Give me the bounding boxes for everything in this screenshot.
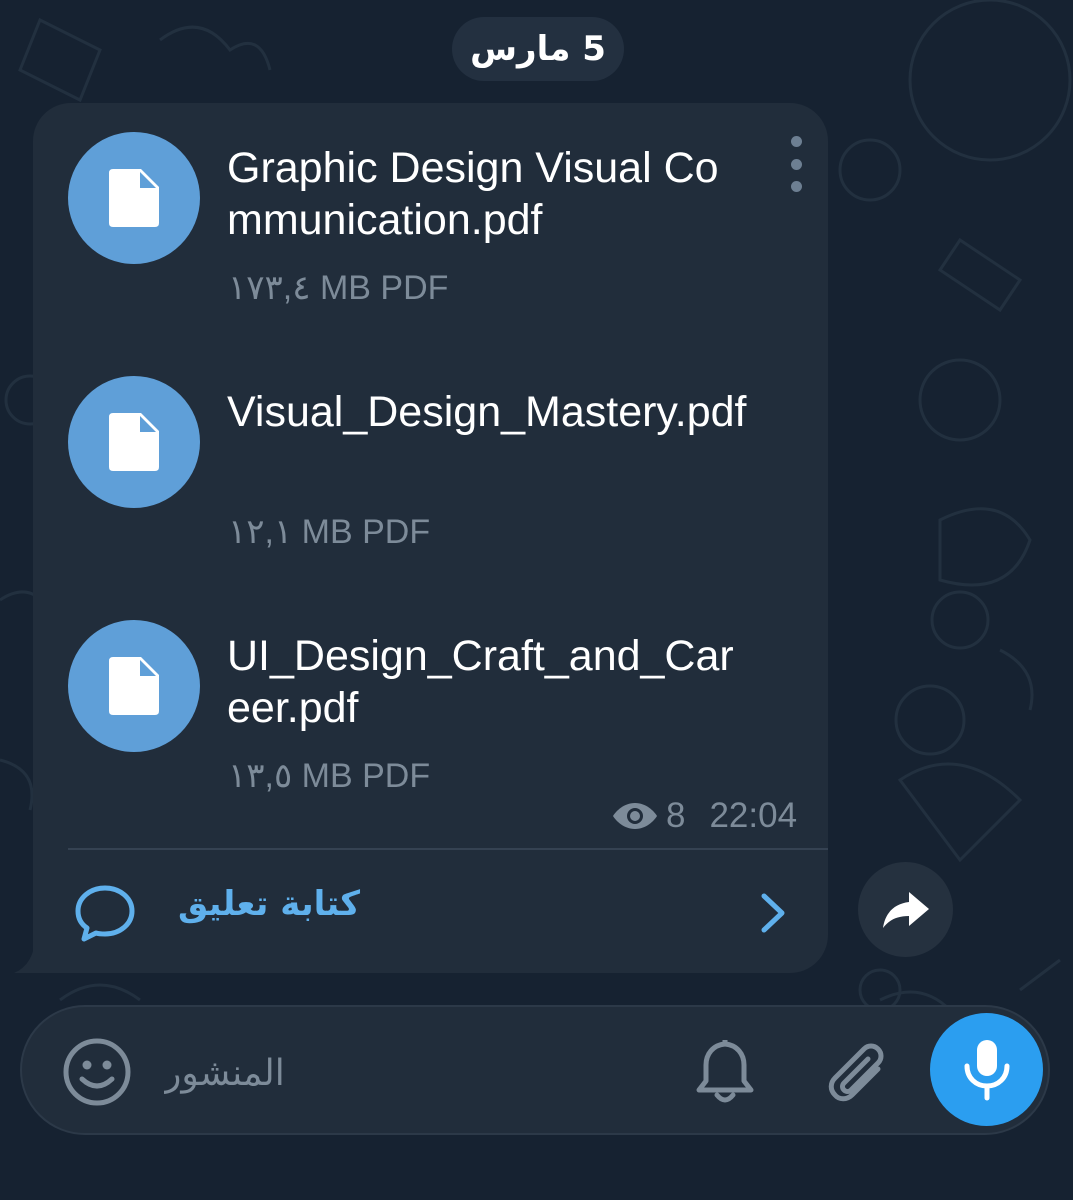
file-name[interactable]: UI_Design_Craft_and_Career.pdf [227, 630, 747, 734]
share-button[interactable] [858, 862, 953, 957]
file-size: ١٣,٥ MB PDF [228, 757, 431, 795]
date-label: 5 مارس [470, 29, 606, 69]
message-footer: 8 22:04 [612, 794, 797, 838]
bell-icon[interactable] [694, 1035, 756, 1105]
chevron-right-icon [761, 893, 785, 933]
comment-icon [75, 885, 135, 942]
file-name[interactable]: Visual_Design_Mastery.pdf [227, 386, 747, 438]
message-time: 22:04 [709, 796, 798, 835]
microphone-icon [964, 1039, 1009, 1100]
composer-bar [20, 1005, 1050, 1135]
document-icon[interactable] [68, 620, 200, 752]
document-icon[interactable] [68, 376, 200, 508]
file-size: ١٢,١ MB PDF [228, 513, 431, 551]
comment-label: كتابة تعليق [178, 884, 361, 924]
view-count: 8 [666, 796, 686, 835]
eye-icon [613, 803, 657, 829]
file-item[interactable]: Graphic Design Visual Communication.pdf … [68, 132, 768, 312]
microphone-button[interactable] [930, 1013, 1043, 1126]
date-separator: 5 مارس [452, 17, 624, 81]
attachment-icon[interactable] [822, 1035, 892, 1107]
file-name[interactable]: Graphic Design Visual Communication.pdf [227, 142, 747, 246]
document-icon[interactable] [68, 132, 200, 264]
file-item[interactable]: Visual_Design_Mastery.pdf ١٢,١ MB PDF [68, 376, 768, 556]
divider [68, 848, 828, 850]
share-icon [882, 891, 929, 928]
message-input[interactable] [162, 1032, 666, 1114]
file-item[interactable]: UI_Design_Craft_and_Career.pdf ١٣,٥ MB P… [68, 620, 768, 800]
file-size: ١٧٣,٤ MB PDF [228, 269, 449, 307]
emoji-icon[interactable] [62, 1037, 132, 1107]
message-menu-icon[interactable] [782, 136, 810, 192]
comment-button[interactable]: كتابة تعليق [68, 862, 808, 962]
